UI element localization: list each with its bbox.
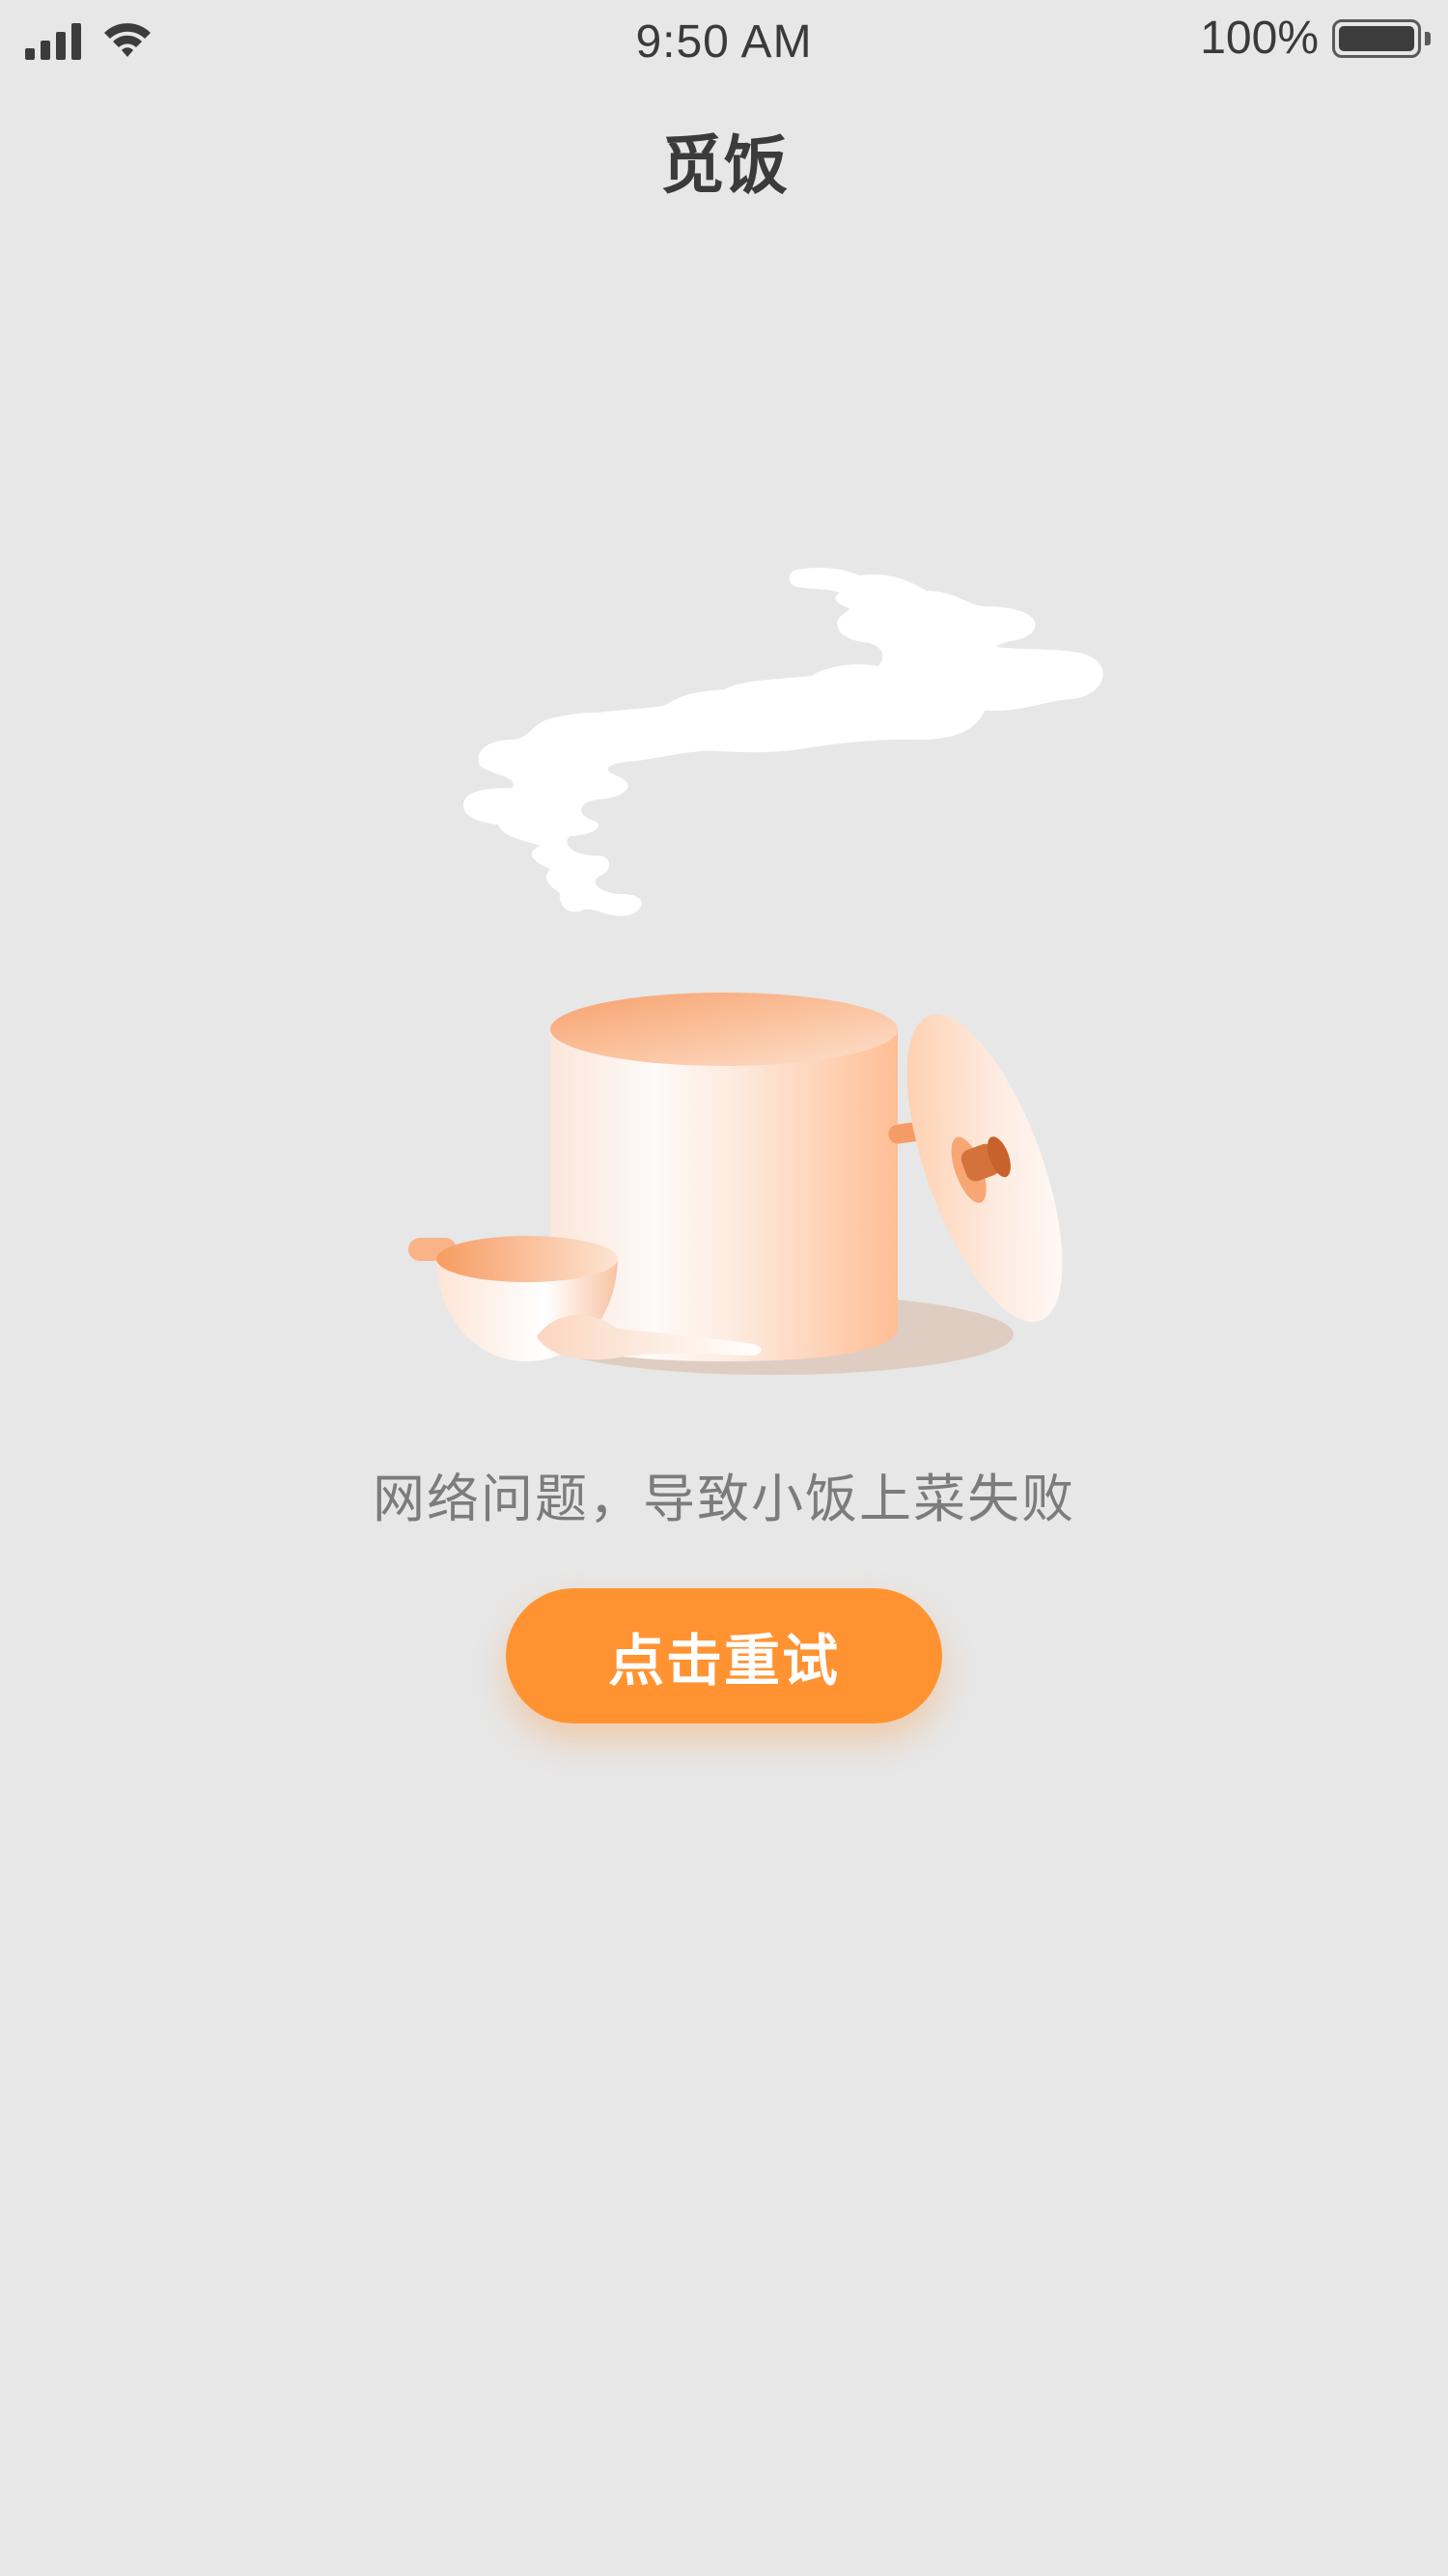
battery-tip xyxy=(1425,31,1431,45)
battery-fill xyxy=(1339,25,1414,51)
retry-button[interactable]: 点击重试 xyxy=(506,1588,942,1723)
page-title: 觅饭 xyxy=(660,128,788,203)
status-bar-right: 100% xyxy=(1200,12,1431,65)
battery-percent: 100% xyxy=(1200,13,1319,64)
battery-icon xyxy=(1332,18,1421,58)
status-bar: 9:50 AM 100% xyxy=(0,0,1448,87)
error-message: 网络问题，导致小饭上菜失败 xyxy=(373,1469,1075,1529)
retry-button-label: 点击重试 xyxy=(607,1630,840,1693)
cooking-pot-illustration xyxy=(408,568,1103,1375)
